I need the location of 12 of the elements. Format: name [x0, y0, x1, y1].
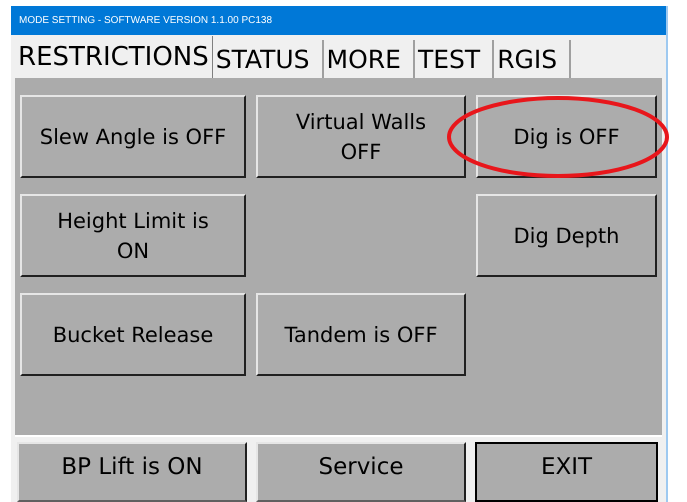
action-button[interactable]: BP Lift is ON	[17, 442, 247, 502]
tab[interactable]: TEST	[414, 40, 494, 78]
mode-button[interactable]: Bucket Release	[20, 293, 246, 376]
mode-button[interactable]: Tandem is OFF	[256, 293, 466, 376]
mode-button[interactable]: Dig is OFF	[476, 95, 657, 178]
action-button[interactable]: EXIT	[475, 442, 658, 502]
window-title: MODE SETTING - SOFTWARE VERSION 1.1.00 PC138	[19, 14, 272, 28]
mode-button[interactable]: Slew Angle is OFF	[20, 95, 246, 178]
mode-button[interactable]: Dig Depth	[476, 194, 657, 278]
mode-button[interactable]: Virtual Walls OFF	[256, 95, 466, 178]
mode-button[interactable]: Height Limit is ON	[20, 194, 246, 278]
action-button[interactable]: Service	[256, 442, 466, 502]
